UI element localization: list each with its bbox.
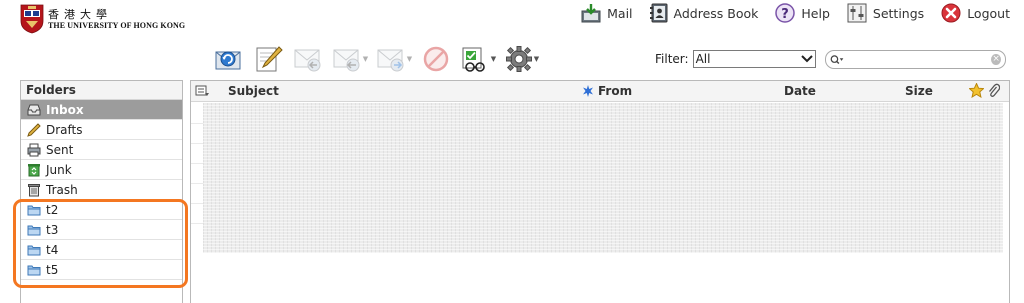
help-icon: ?	[775, 3, 796, 23]
settings-label: Settings	[872, 5, 925, 21]
search-icon[interactable]	[830, 54, 844, 66]
mail-link[interactable]: Mail	[581, 3, 633, 23]
delete-button[interactable]	[416, 43, 456, 75]
folder-icon	[27, 265, 41, 275]
folder-label: Sent	[46, 142, 74, 157]
column-from-label: From	[598, 84, 633, 98]
mail-label: Mail	[607, 5, 633, 21]
folder-label: Junk	[46, 162, 72, 177]
help-link[interactable]: ? Help	[775, 3, 830, 23]
folder-trash[interactable]: Trash	[21, 180, 182, 200]
logo-english-name: THE UNIVERSITY OF HONG KONG	[48, 20, 186, 30]
trash-icon	[28, 183, 40, 196]
crest-icon	[20, 4, 44, 34]
address-book-icon	[649, 3, 668, 23]
webmail-app: 香港大學 THE UNIVERSITY OF HONG KONG Mail Ad…	[0, 0, 1024, 303]
logo-chinese-name: 香港大學	[48, 7, 112, 21]
forward-dropdown-icon[interactable]: ▼	[407, 55, 412, 63]
top-navigation: Mail Address Book ? Help Settings Logout	[564, 2, 1010, 24]
more-actions-dropdown-icon[interactable]: ▼	[534, 55, 539, 63]
logout-icon	[941, 3, 961, 23]
chevron-down-icon	[800, 52, 813, 66]
filter-selected-value: All	[695, 52, 711, 66]
mail-icon	[581, 4, 601, 23]
recycle-icon	[28, 163, 40, 176]
compose-icon	[256, 46, 283, 72]
mail-toolbar: ▼ ▼ ▼ ▼	[208, 42, 544, 76]
folder-label: Drafts	[46, 122, 83, 137]
forward-icon	[377, 49, 404, 72]
folder-label: t2	[46, 202, 59, 217]
printer-icon	[27, 143, 41, 156]
filter-control: Filter: All	[655, 50, 816, 68]
logout-link[interactable]: Logout	[941, 3, 1010, 23]
reply-all-dropdown-icon[interactable]: ▼	[363, 55, 368, 63]
svg-text:?: ?	[782, 7, 790, 22]
column-subject[interactable]: Subject	[228, 84, 279, 98]
folder-label: t5	[46, 262, 59, 277]
folder-icon	[27, 205, 41, 215]
logout-label: Logout	[967, 5, 1010, 21]
mark-dropdown-icon[interactable]: ▼	[491, 55, 496, 63]
mark-icon	[462, 47, 485, 72]
reply-all-icon	[333, 49, 360, 72]
column-date[interactable]: Date	[784, 84, 816, 98]
filter-select[interactable]: All	[692, 50, 816, 68]
sort-indicator-icon	[583, 85, 593, 97]
address-book-label: Address Book	[673, 5, 759, 21]
row-divider	[191, 183, 203, 184]
search-box: ×	[825, 50, 1006, 69]
clear-search-icon[interactable]: ×	[991, 54, 1001, 65]
folder-sent[interactable]: Sent	[21, 140, 182, 160]
check-mail-button[interactable]	[208, 43, 248, 75]
help-label: Help	[801, 5, 830, 21]
folders-panel: Folders Inbox Drafts Sent Junk Trash t2 …	[20, 80, 183, 303]
folder-t4[interactable]: t4	[21, 240, 182, 260]
list-options-icon[interactable]	[195, 85, 209, 100]
folder-label: Trash	[46, 182, 78, 197]
compose-button[interactable]	[248, 43, 288, 75]
message-list-body-redacted	[203, 103, 1003, 253]
row-divider	[191, 203, 203, 204]
reply-button[interactable]	[288, 43, 328, 75]
delete-icon	[423, 46, 449, 72]
inbox-icon	[27, 104, 41, 115]
message-list-header: Subject From Date Size	[191, 81, 1009, 102]
row-divider	[191, 123, 203, 124]
folder-t2[interactable]: t2	[21, 200, 182, 220]
more-actions-button[interactable]: ▼	[500, 43, 544, 75]
flag-column-star-icon[interactable]	[968, 82, 985, 101]
folder-inbox[interactable]: Inbox	[21, 100, 182, 120]
address-book-link[interactable]: Address Book	[649, 3, 759, 23]
folder-t3[interactable]: t3	[21, 220, 182, 240]
settings-icon	[847, 3, 867, 23]
folder-junk[interactable]: Junk	[21, 160, 182, 180]
folder-label: t4	[46, 242, 59, 257]
reply-icon	[294, 49, 321, 72]
folder-icon	[27, 245, 41, 255]
folder-label: t3	[46, 222, 59, 237]
reply-all-button[interactable]: ▼	[328, 43, 372, 75]
pencil-icon	[27, 122, 41, 137]
folder-icon	[27, 225, 41, 235]
mark-button[interactable]: ▼	[456, 43, 500, 75]
forward-button[interactable]: ▼	[372, 43, 416, 75]
column-size[interactable]: Size	[905, 84, 933, 98]
settings-link[interactable]: Settings	[847, 3, 924, 23]
row-divider	[191, 223, 203, 224]
row-divider	[191, 163, 203, 164]
check-mail-icon	[215, 51, 241, 70]
filter-label: Filter:	[655, 52, 689, 66]
folders-title: Folders	[21, 81, 182, 100]
row-divider	[191, 143, 203, 144]
attachment-column-paperclip-icon[interactable]	[988, 83, 1001, 101]
message-list: Subject From Date Size	[190, 80, 1010, 303]
university-logo[interactable]: 香港大學 THE UNIVERSITY OF HONG KONG	[20, 2, 198, 36]
folder-drafts[interactable]: Drafts	[21, 120, 182, 140]
folder-t5[interactable]: t5	[21, 260, 182, 280]
gear-icon	[505, 46, 532, 72]
column-from[interactable]: From	[583, 84, 633, 98]
search-input[interactable]	[846, 52, 992, 67]
folder-label: Inbox	[46, 102, 84, 117]
